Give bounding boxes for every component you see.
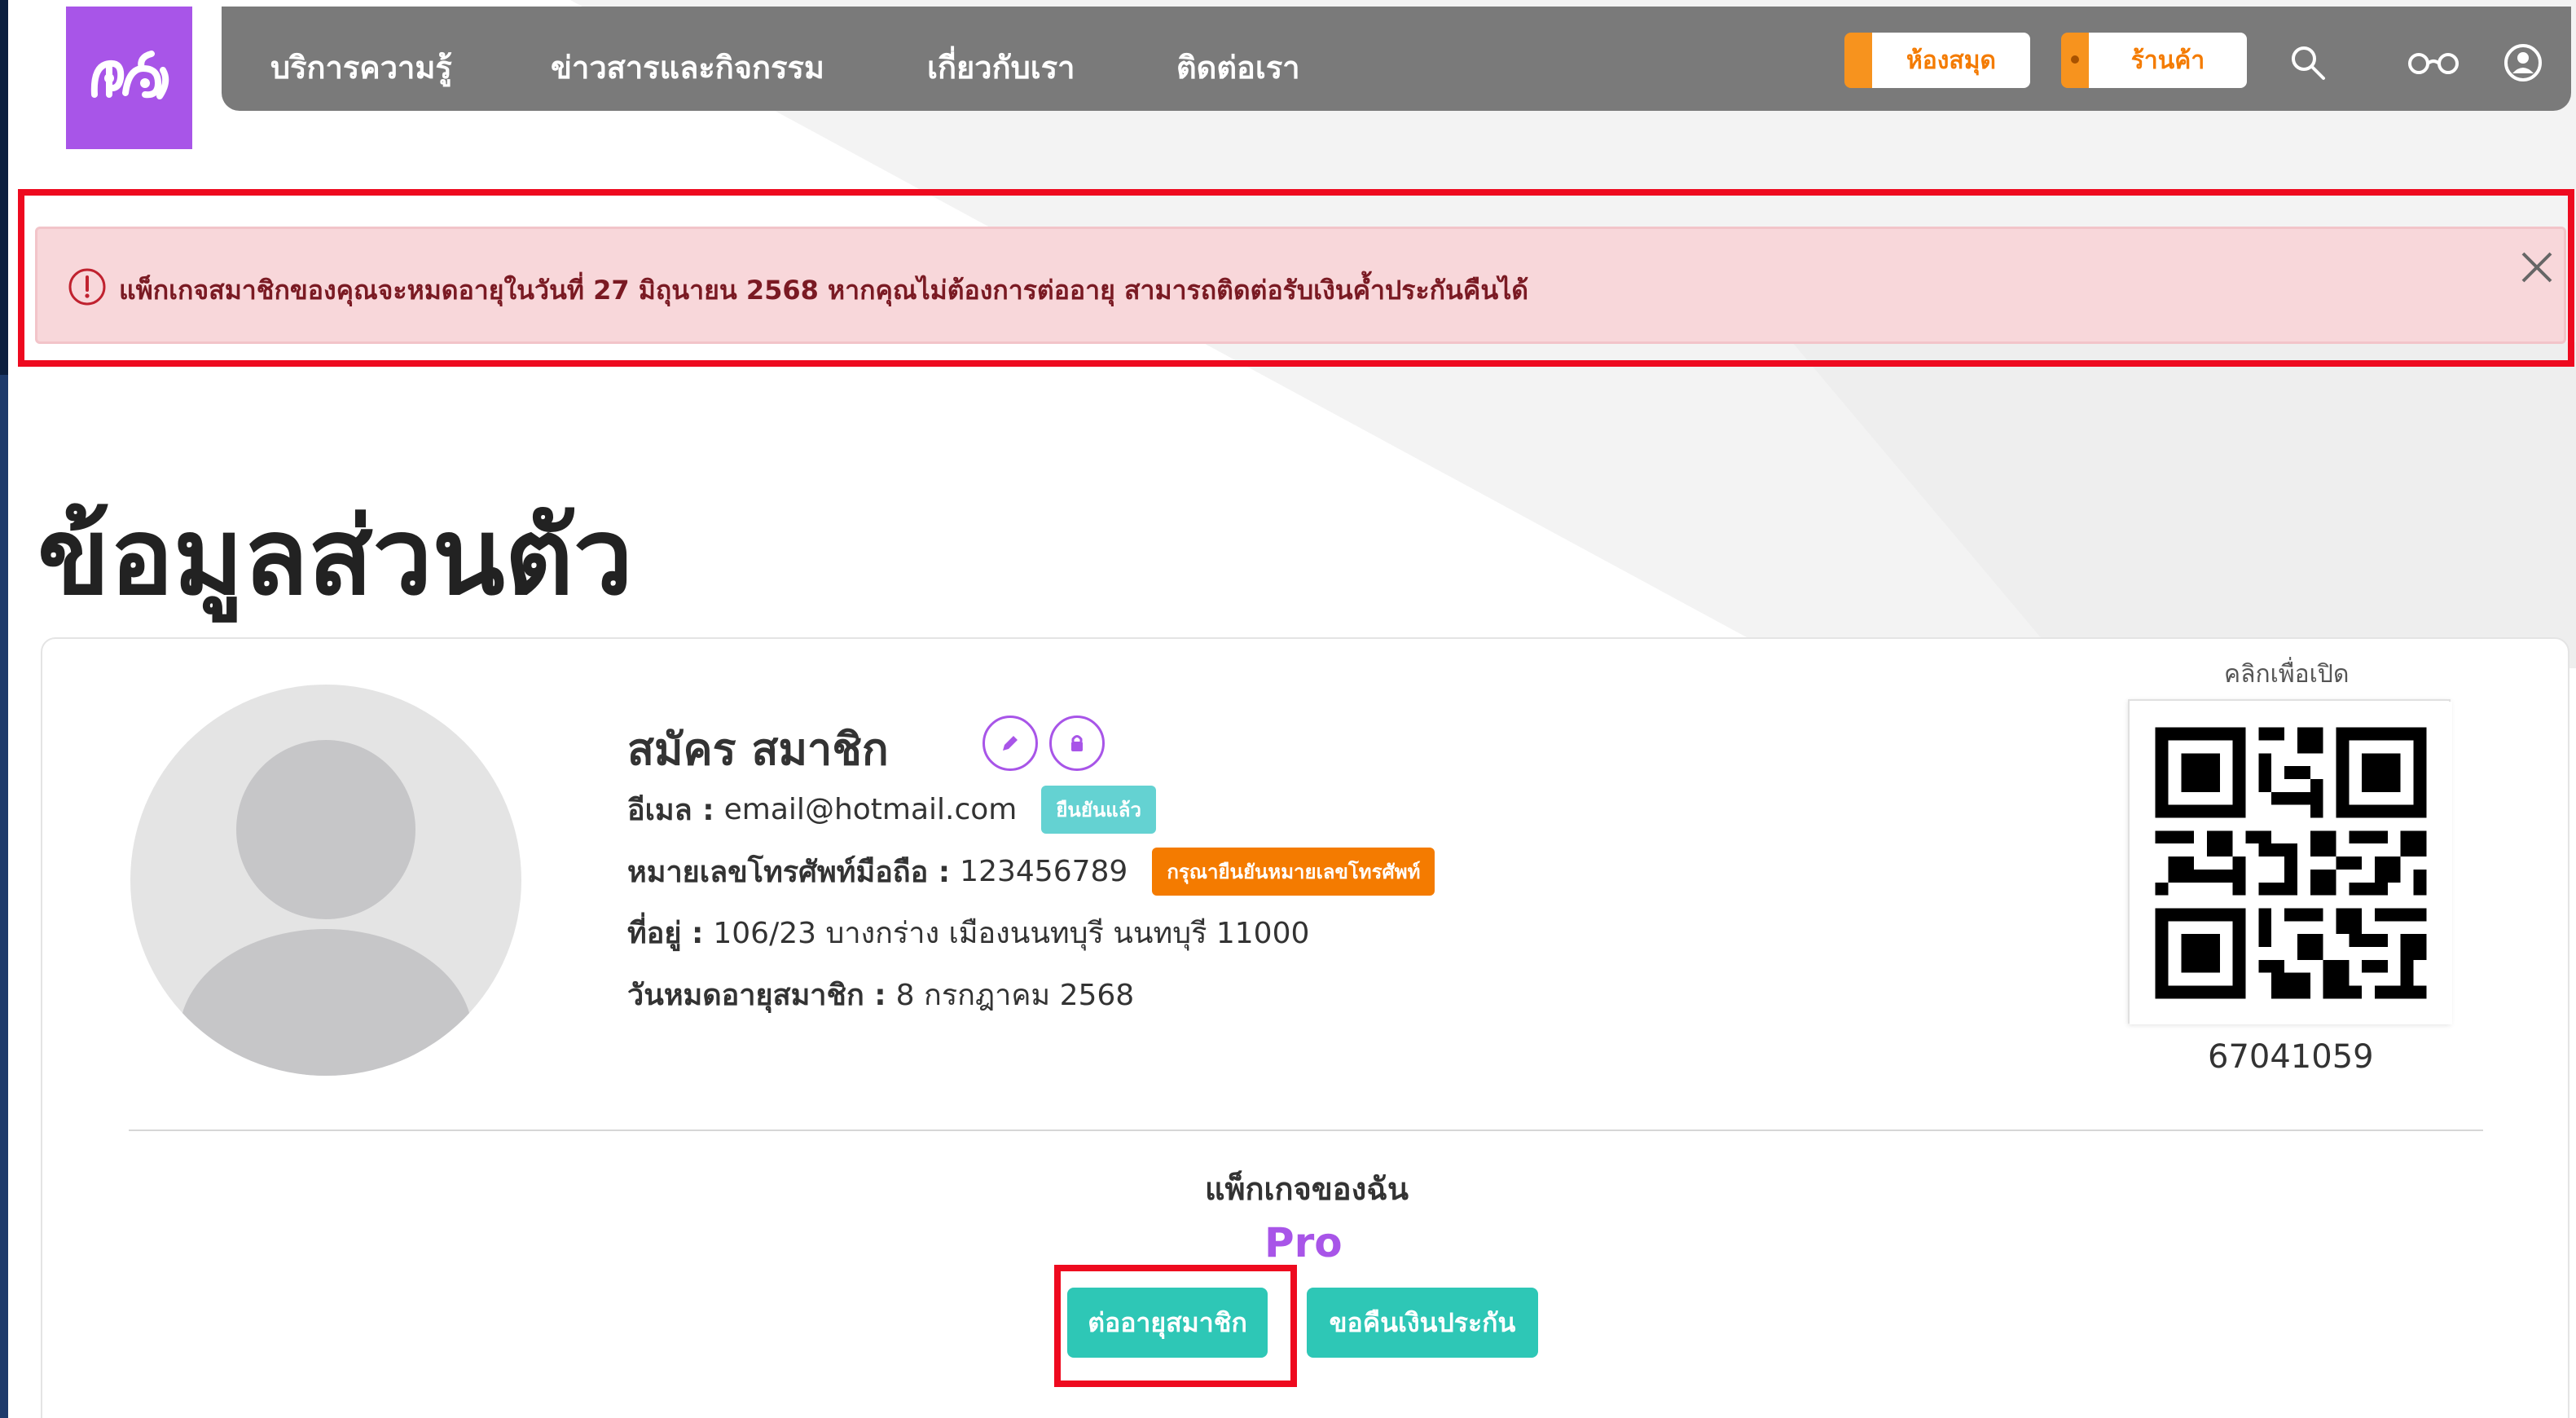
nav-link-contact[interactable]: ติดต่อเรา: [1176, 42, 1300, 92]
phone-value: 123456789: [960, 855, 1128, 888]
renew-highlight-box: [1054, 1265, 1297, 1387]
shop-button[interactable]: ร้านค้า: [2061, 33, 2247, 88]
window-edge: [0, 0, 8, 1418]
address-row: ที่อยู่ : 106/23 บางกร่าง เมืองนนทบุรี น…: [627, 909, 1309, 956]
edit-profile-button[interactable]: [982, 716, 1038, 771]
avatar: [130, 685, 521, 1076]
glasses-icon[interactable]: [2405, 42, 2462, 83]
avatar-head-icon: [236, 740, 415, 919]
shop-dot-icon: [2071, 55, 2079, 64]
top-navbar: บริการความรู้ ข่าวสารและกิจกรรม เกี่ยวกั…: [222, 7, 2571, 111]
library-button[interactable]: ห้องสมุด: [1844, 33, 2030, 88]
expiry-label: วันหมดอายุสมาชิก :: [627, 979, 886, 1012]
expiry-value: 8 กรกฎาคม 2568: [895, 979, 1135, 1012]
shop-button-label: ร้านค้า: [2130, 46, 2205, 75]
qr-code-icon: [2130, 702, 2452, 1024]
refund-button-label: ขอคืนเงินประกัน: [1329, 1306, 1516, 1338]
nav-link-knowledge[interactable]: บริการความรู้: [270, 42, 452, 92]
nav-link-news[interactable]: ข่าวสารและกิจกรรม: [551, 42, 824, 92]
avatar-body-icon: [179, 929, 473, 1076]
verify-phone-badge[interactable]: กรุณายืนยันหมายเลขโทรศัพท์: [1152, 848, 1435, 896]
email-verified-badge: ยืนยันแล้ว: [1041, 786, 1156, 834]
profile-card: สมัคร สมาชิก อีเมล : email@hotmail.com ย…: [41, 637, 2569, 1418]
page-title: ข้อมูลส่วนตัว: [37, 495, 633, 619]
nav-link-about[interactable]: เกี่ยวกับเรา: [927, 42, 1075, 92]
qr-caption: คลิกเพื่อเปิด: [2224, 660, 2350, 689]
email-label: อีเมล :: [627, 794, 714, 827]
logo-mark-icon: [90, 50, 169, 99]
pencil-icon: [1003, 736, 1018, 751]
refund-deposit-button[interactable]: ขอคืนเงินประกัน: [1307, 1288, 1538, 1358]
expiry-row: วันหมดอายุสมาชิก : 8 กรกฎาคม 2568: [627, 971, 1134, 1018]
address-value: 106/23 บางกร่าง เมืองนนทบุรี นนทบุรี 110…: [713, 917, 1310, 950]
library-button-label: ห้องสมุด: [1906, 46, 1996, 75]
section-divider: [129, 1130, 2483, 1131]
site-logo[interactable]: [66, 7, 192, 149]
change-password-button[interactable]: [1049, 716, 1105, 771]
phone-row: หมายเลขโทรศัพท์มือถือ : 123456789 กรุณาย…: [627, 848, 1435, 896]
email-row: อีเมล : email@hotmail.com ยืนยันแล้ว: [627, 786, 1156, 834]
member-id: 67041059: [2208, 1038, 2374, 1076]
phone-label: หมายเลขโทรศัพท์มือถือ :: [627, 856, 951, 889]
package-label: แพ็กเกจของฉัน: [1204, 1171, 1409, 1207]
package-name: Pro: [1264, 1219, 1343, 1266]
alert-highlight-box: [18, 189, 2574, 367]
address-label: ที่อยู่ :: [627, 917, 704, 950]
email-value: email@hotmail.com: [723, 793, 1018, 826]
member-qr-code[interactable]: [2128, 699, 2452, 1024]
profile-name: สมัคร สมาชิก: [627, 724, 889, 775]
lock-icon: [1071, 735, 1083, 751]
search-icon[interactable]: [2288, 42, 2328, 83]
user-circle-icon[interactable]: [2503, 42, 2543, 83]
